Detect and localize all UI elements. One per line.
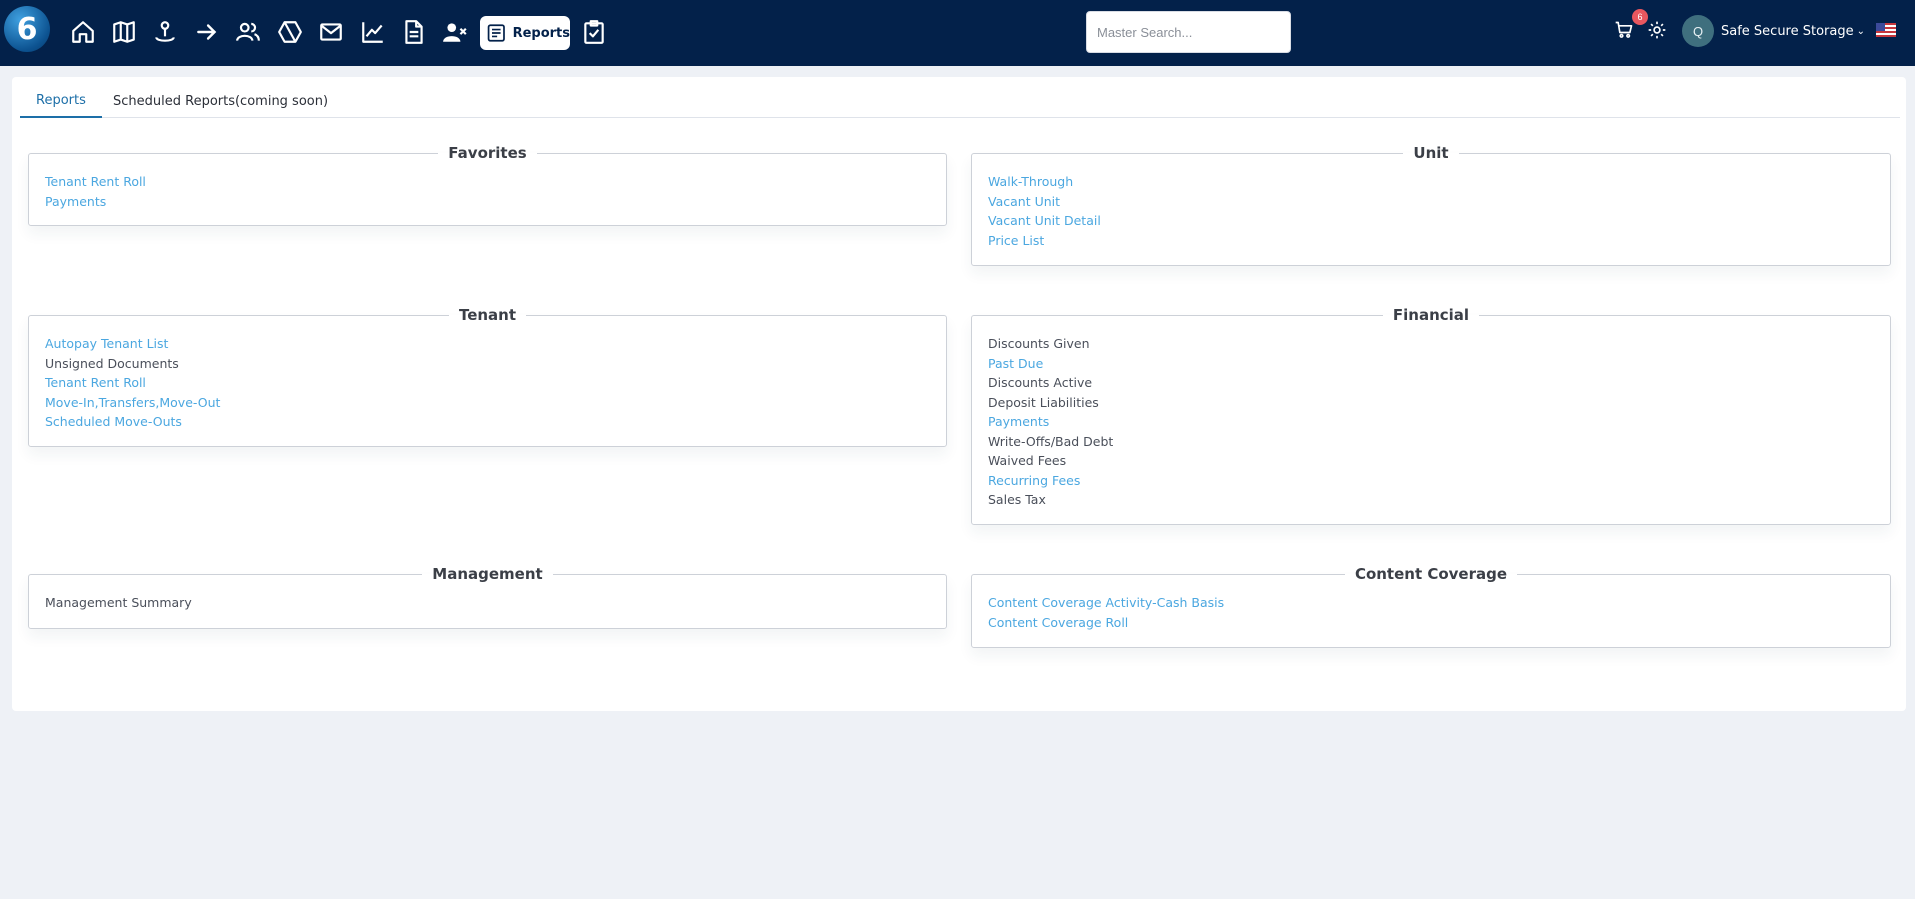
tenant-title: Tenant [458,306,517,324]
content-coverage-title: Content Coverage [1354,565,1508,583]
report-link[interactable]: Tenant Rent Roll [45,373,930,393]
report-link[interactable]: Payments [988,412,1874,432]
unit-title: Unit [1413,144,1449,162]
financial-title: Financial [1392,306,1470,324]
report-link: Discounts Given [988,336,1090,351]
favorites-title: Favorites [448,144,527,162]
report-link: Write-Offs/Bad Debt [988,433,1114,449]
report-link: Waived Fees [988,453,1067,468]
report-link[interactable]: Move-In,Transfers,Move-Out [45,393,930,413]
chevron-down-icon: ⌄ [1856,25,1866,37]
financial-list: Discounts Given Past Due Discounts Active D… [988,334,1874,510]
avatar[interactable]: Q [1682,15,1714,47]
reports-nav-label: Reports [512,25,570,41]
content-coverage-group: Content Coverage Content Coverage Activi… [971,565,1891,648]
mail-icon[interactable] [316,17,346,47]
favorites-list: Tenant Rent Roll Payments [45,172,930,211]
unit-list: Walk-Through Vacant Unit Vacant Unit Detai… [988,172,1874,250]
tenant-group: Tenant Autopay Tenant List Unsigned Docum… [28,306,947,447]
report-link[interactable]: Past Due [988,354,1874,374]
reports-nav-button[interactable]: Reports [480,16,570,50]
cart-count-badge: 6 [1632,9,1648,25]
report-link[interactable]: Tenant Rent Roll [45,172,930,192]
management-list: Management Summary [45,593,930,613]
tab-scheduled-reports[interactable]: Scheduled Reports(coming soon) [97,84,344,118]
clipboard-check-icon[interactable] [579,17,609,47]
users-icon[interactable] [233,17,263,47]
user-remove-icon[interactable] [440,17,470,47]
arrow-right-icon[interactable] [192,17,222,47]
report-link[interactable]: Walk-Through [988,172,1874,192]
report-link[interactable]: Price List [988,231,1874,251]
hexagon-icon[interactable] [275,17,305,47]
favorites-group: Favorites Tenant Rent Roll Payments [28,144,947,226]
gear-icon[interactable] [1647,20,1667,40]
report-link[interactable]: Payments [45,192,930,212]
unit-group: Unit Walk-Through Vacant Unit Vacant Unit … [971,144,1891,266]
report-link[interactable]: Autopay Tenant List [45,334,930,354]
report-link: Deposit Liabilities [988,394,1099,410]
management-group: Management Management Summary [28,565,947,629]
financial-group: Financial Discounts Given Past Due Discoun… [971,306,1891,525]
report-link[interactable]: Content Coverage Roll [988,613,1874,633]
company-switcher[interactable]: Safe Secure Storage ⌄ [1721,22,1865,40]
cart-icon[interactable] [1614,20,1634,40]
reports-icon [487,24,505,42]
tab-reports[interactable]: Reports [20,84,102,118]
map-icon[interactable] [109,17,139,47]
report-link: Management Summary [45,595,192,610]
report-link[interactable]: Scheduled Move-Outs [45,412,930,432]
management-title: Management [432,565,543,583]
report-link[interactable]: Recurring Fees [988,471,1874,491]
app-logo[interactable]: 6 [4,6,50,52]
report-link: Sales Tax [988,492,1046,507]
company-name: Safe Secure Storage [1721,23,1854,39]
report-link: Unsigned Documents [45,355,179,371]
us-flag-icon[interactable] [1876,22,1896,37]
report-link[interactable]: Content Coverage Activity-Cash Basis [988,593,1874,613]
top-nav-bar: 6 Reports 6 Q Safe Secu [0,0,1915,66]
report-tabs: Reports Scheduled Reports(coming soon) [20,84,1900,118]
report-link: Discounts Active [988,375,1093,390]
report-link[interactable]: Vacant Unit [988,192,1874,212]
master-search-input[interactable] [1086,11,1291,53]
content-coverage-list: Content Coverage Activity-Cash Basis Cont… [988,593,1874,632]
chart-line-icon[interactable] [358,17,388,47]
report-link[interactable]: Vacant Unit Detail [988,211,1874,231]
document-icon[interactable] [399,17,429,47]
person-pin-icon[interactable] [150,17,180,47]
home-icon[interactable] [68,17,98,47]
tenant-list: Autopay Tenant List Unsigned Documents Ten… [45,334,930,432]
